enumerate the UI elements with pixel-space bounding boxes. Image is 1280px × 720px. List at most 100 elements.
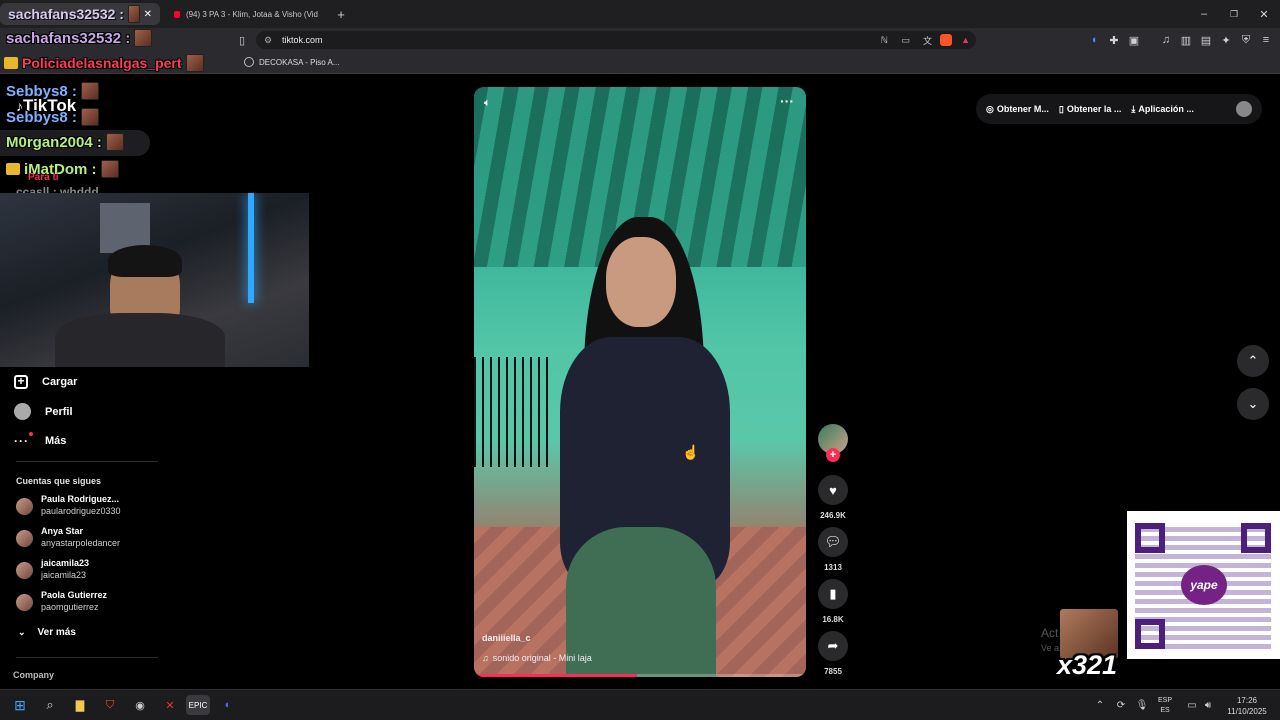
minimize-icon[interactable]: – [1196,6,1212,22]
microphone-icon[interactable]: 🎙︎ [1134,697,1150,713]
nav-upload[interactable]: + Cargar [14,375,77,389]
divider [16,657,158,658]
capcut-icon[interactable]: ✕ [162,697,178,713]
next-video-button[interactable]: ⌄ [1237,388,1269,420]
new-tab-button[interactable]: + [333,6,349,22]
epic-games-icon: EPIC [188,700,208,710]
previous-video-button[interactable]: ⌃ [1237,345,1269,377]
network-icon[interactable]: ▭ [1184,697,1200,713]
brave-browser-icon[interactable]: ⛉ [102,697,118,713]
discord-icon[interactable]: ◐ [220,697,236,713]
video-player[interactable]: 🔈︎ ··· daniiiella_c ♫ sonido original - M… [474,87,806,677]
following-item[interactable]: Paola Gutierrez paomgutierrez [16,590,107,612]
youtube-icon [174,10,180,18]
video-progress-track[interactable] [474,674,806,677]
volume-icon[interactable]: 🔈︎ [484,97,491,110]
chat-username-overlay: sachafans32532 : [8,6,124,22]
restore-icon[interactable]: ❐ [1226,6,1242,22]
bookmark-item[interactable]: DECOKASA - Piso A... [244,57,339,67]
video-face [606,237,676,327]
emote-combo-count: x321 [1057,650,1118,680]
following-item[interactable]: Anya Star anyastarpoledancer [16,526,120,548]
clock[interactable]: 17:26 11/10/2025 [1222,695,1272,717]
crown-badge-icon [6,163,20,175]
search-icon[interactable]: ⌕ [42,697,58,713]
comment-button[interactable]: 💬︎ [818,527,848,557]
profile-avatar[interactable] [1236,101,1252,117]
streamer-hair [108,245,182,277]
qr-finder [1135,523,1165,553]
windows-taskbar: ⊞ ⌕ ▇ ⛉ ◉ ✕ EPIC ◐ ⌃ ⟳ 🎙︎ ESP ES ▭ 🔊︎ 17… [0,689,1280,720]
menu-icon[interactable]: ≡ [1258,32,1274,48]
get-coins-button[interactable]: ◎ Obtener M... [986,104,1049,115]
brave-rewards-icon[interactable]: ▲ [961,35,970,45]
save-button[interactable]: ▮ [818,579,848,609]
music-icon[interactable]: ♫ [1158,32,1174,48]
following-name: Paula Rodriguez... [41,494,120,504]
chat-line-partial: ...ccasll : whddd [6,185,99,193]
cast-icon[interactable]: ▭ [901,35,910,46]
language-indicator[interactable]: ESP ES [1158,696,1172,716]
bookmark-label: DECOKASA - Piso A... [259,57,340,67]
emote-icon [80,82,99,100]
site-settings-icon[interactable]: ⚙ [264,35,272,46]
following-item[interactable]: jaicamila23 jaicamila23 [16,558,89,580]
qr-finder [1135,619,1165,649]
volume-icon[interactable]: 🔊︎ [1200,697,1216,713]
sidebar-icon[interactable]: ▥ [1178,32,1194,48]
file-explorer-icon[interactable]: ▇ [72,697,88,713]
sync-icon[interactable]: ⟳ [1113,697,1129,713]
obs-icon[interactable]: ◉ [132,697,148,713]
wallet-icon[interactable]: ▤ [1198,32,1214,48]
brave-shield-icon[interactable] [940,34,952,46]
tray-chevron-icon[interactable]: ⌃ [1092,697,1108,713]
close-tab-icon[interactable]: ✕ [144,9,152,20]
leo-ai-icon[interactable]: ✦ [1218,32,1234,48]
translate-icon[interactable]: 文 [923,34,932,47]
following-item[interactable]: Paula Rodriguez... paularodriguez0330 [16,494,121,516]
screenshot-icon[interactable]: ▣ [1126,32,1142,48]
crown-badge-icon [4,57,18,69]
video-sound[interactable]: ♫ sonido original - Mini laja [482,653,592,663]
tab-active[interactable]: sachafans32532 : ✕ [0,3,160,25]
close-window-icon[interactable]: ✕ [1256,6,1272,22]
nav-profile[interactable]: Perfil [14,403,73,420]
nav-for-you[interactable]: Para ti [28,172,59,183]
footer-company-link[interactable]: Company [13,670,54,680]
like-button[interactable]: ♥ [818,475,848,505]
vpn-icon[interactable]: ⛨ [1238,32,1254,48]
streamer-body [55,313,225,367]
browser-tab-bar: sachafans32532 : ✕ (94) 3 PA 3 - Klim, J… [0,0,1280,28]
follow-plus-icon[interactable]: + [826,448,840,462]
video-window-bars [474,357,554,467]
audio-icon[interactable]: ◖ [1086,32,1102,48]
qr-finder [1241,523,1271,553]
chat-username: sachafans32532 : [6,29,131,47]
more-options-icon[interactable]: ··· [780,93,794,109]
comment-icon: 💬︎ [824,534,842,549]
bookmarks-bar: Policiadelasnalgas_pert DECOKASA - Piso … [0,52,1280,74]
following-username: paularodriguez0330 [41,506,121,516]
following-name: jaicamila23 [41,558,90,568]
share-button[interactable]: ➦ [818,631,848,661]
reader-icon[interactable]: ℕ [881,35,888,46]
emote-icon [185,54,204,72]
emote-icon [105,133,124,151]
plus-square-icon: + [14,375,28,389]
video-progress-fill [474,674,637,677]
extensions-icon[interactable]: ✚ [1106,32,1122,48]
url-field[interactable]: ⚙ tiktok.com ℕ ▭ 文 ▲ [256,31,976,49]
windows-start-icon[interactable]: ⊞ [12,697,28,713]
chevron-down-icon: ⌄ [18,627,26,637]
chat-line: Sebbys8 : [6,108,99,126]
see-more-button[interactable]: ⌄ Ver más [18,627,76,638]
nav-more[interactable]: ··· Más [14,432,66,448]
get-app-button[interactable]: ▯ Obtener la ... [1059,104,1121,115]
video-author[interactable]: daniiiella_c [482,633,531,643]
desktop-app-button[interactable]: ⤓ Aplicación ... [1131,104,1194,115]
download-icon: ⤓ [1131,103,1136,114]
tab-youtube[interactable]: (94) 3 PA 3 - Klim, Jotaa & Visho (Vid [166,3,326,25]
chat-line: M0rgan2004 : [6,133,124,151]
chat-line: iMatDom : [6,160,119,178]
bookmark-icon[interactable]: ▯ [234,32,250,48]
